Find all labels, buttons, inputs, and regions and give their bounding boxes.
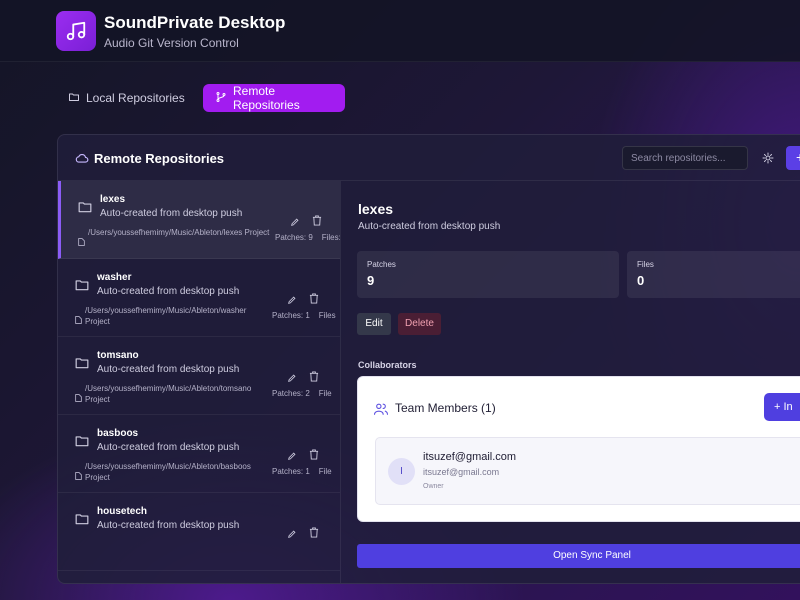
folder-icon [78,200,92,218]
repo-path: /Users/youssefhemimy/Music/Ableton/basbo… [85,462,251,482]
repo-stats: Patches: 9 Files: [275,233,341,242]
repo-name: lexes [100,194,126,205]
repo-path: /Users/youssefhemimy/Music/Ableton/tomsa… [85,384,252,404]
tab-label: Remote Repositories [233,84,300,112]
invite-button[interactable]: + In [764,393,800,421]
stat-value: 9 [367,273,375,288]
member-email: itsuzef@gmail.com [423,467,500,477]
sun-icon[interactable] [760,150,776,166]
trash-icon[interactable] [312,213,322,231]
pencil-icon[interactable] [287,370,297,388]
tab-local-repositories[interactable]: Local Repositories [56,84,197,112]
repo-name: tomsano [97,350,139,361]
patches-stat-card: Patches 9 [357,251,619,298]
app-title: SoundPrivate Desktop [104,13,286,32]
member-card: I itsuzef@gmail.com itsuzef@gmail.com Ow… [375,437,800,505]
remote-repositories-panel: Remote Repositories + lexes Auto-created… [57,134,800,584]
git-branch-icon [215,91,227,106]
repo-description: Auto-created from desktop push [100,208,243,219]
app-header: SoundPrivate Desktop Audio Git Version C… [0,0,800,62]
repo-name: washer [97,272,132,283]
team-members-card: Team Members (1) + In I itsuzef@gmail.co… [357,376,800,522]
tab-remote-repositories[interactable]: Remote Repositories [203,84,345,112]
detail-title: lexes [358,201,394,217]
pencil-icon[interactable] [287,448,297,466]
list-item[interactable]: tomsano Auto-created from desktop push /… [58,337,340,415]
repo-name: basboos [97,428,139,439]
trash-icon[interactable] [309,525,319,543]
folder-icon [75,278,89,296]
member-role: Owner [423,483,444,490]
folder-icon [75,512,89,530]
list-item[interactable]: housetech Auto-created from desktop push [58,493,340,571]
panel-title: Remote Repositories [94,151,225,166]
repo-description: Auto-created from desktop push [97,364,240,375]
repo-stats: Patches: 2 File [272,389,332,398]
folder-icon [68,91,80,106]
folder-icon [75,356,89,374]
search-input[interactable] [622,146,748,170]
delete-button[interactable]: Delete [398,313,441,335]
trash-icon[interactable] [309,369,319,387]
tab-label: Local Repositories [86,91,185,105]
repo-stats: Patches: 1 File [272,467,332,476]
repo-description: Auto-created from desktop push [97,442,240,453]
list-item[interactable]: lexes Auto-created from desktop push /Us… [58,181,341,259]
users-icon [374,402,388,420]
stat-label: Files [637,260,654,269]
files-stat-card: Files 0 [627,251,800,298]
list-item[interactable]: washer Auto-created from desktop push /U… [58,259,340,337]
edit-button[interactable]: Edit [357,313,391,335]
file-icon [75,467,82,485]
repo-path: /Users/youssefhemimy/Music/Ableton/lexes… [88,228,270,237]
music-note-icon [56,11,96,51]
member-name: itsuzef@gmail.com [423,451,517,463]
repo-path: /Users/youssefhemimy/Music/Ableton/washe… [85,306,247,326]
team-members-title: Team Members (1) [395,401,496,415]
avatar: I [388,458,415,485]
repo-description: Auto-created from desktop push [97,520,240,531]
cloud-icon [75,151,89,169]
file-icon [75,311,82,329]
folder-icon [75,434,89,452]
repo-name: housetech [97,506,148,517]
pencil-icon[interactable] [290,214,300,232]
file-icon [75,389,82,407]
app-subtitle: Audio Git Version Control [104,36,239,50]
detail-description: Auto-created from desktop push [358,221,501,232]
pencil-icon[interactable] [287,292,297,310]
collaborators-heading: Collaborators [358,360,417,370]
trash-icon[interactable] [309,291,319,309]
repo-stats: Patches: 1 Files [272,311,336,320]
stat-label: Patches [367,260,396,269]
repository-list[interactable]: lexes Auto-created from desktop push /Us… [58,181,341,583]
open-sync-panel-button[interactable]: Open Sync Panel [357,544,800,568]
add-repository-button[interactable]: + [786,146,800,170]
panel-header: Remote Repositories + [58,135,800,181]
repository-detail: lexes Auto-created from desktop push Pat… [341,181,800,583]
list-item[interactable]: basboos Auto-created from desktop push /… [58,415,340,493]
pencil-icon[interactable] [287,526,297,544]
stat-value: 0 [637,273,645,288]
trash-icon[interactable] [309,447,319,465]
file-icon [78,233,85,251]
repo-description: Auto-created from desktop push [97,286,240,297]
